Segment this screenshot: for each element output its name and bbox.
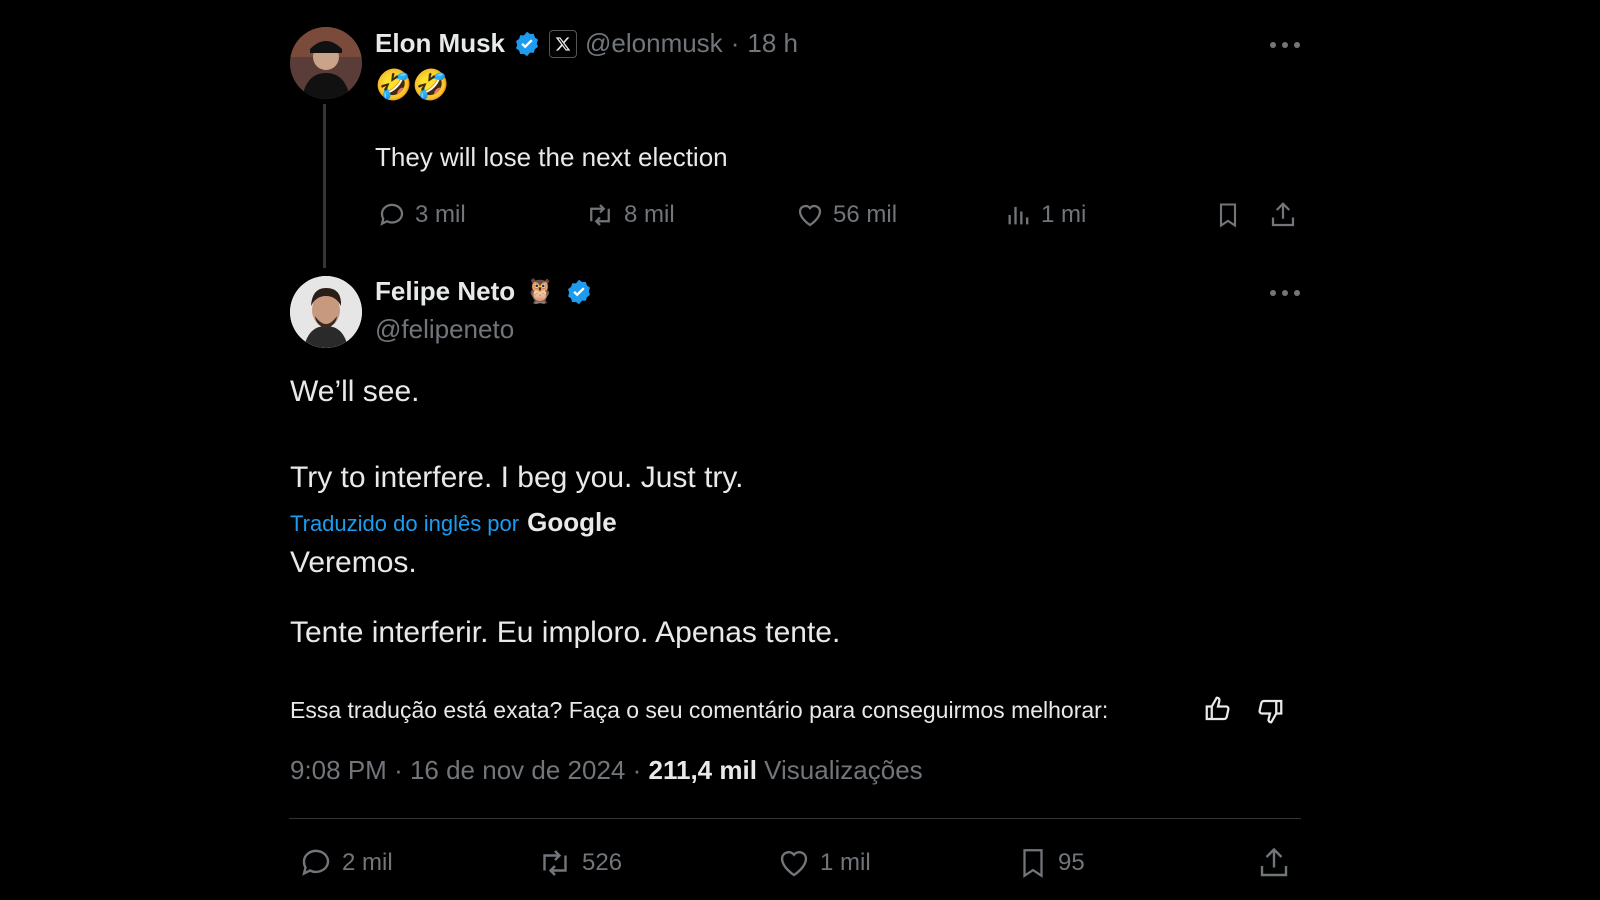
more-options-icon[interactable] — [1270, 288, 1300, 298]
views-count: 211,4 mil — [648, 755, 757, 785]
tweet-text: They will lose the next election — [375, 142, 728, 172]
avatar-elon-image — [290, 27, 362, 99]
heart-icon — [780, 851, 808, 877]
separator-dot: · — [394, 755, 410, 785]
bookmark-icon — [1023, 849, 1043, 878]
like-button[interactable]: 56 mil — [795, 200, 897, 230]
divider — [289, 818, 1301, 819]
views-count: 1 mi — [1041, 201, 1087, 228]
avatar-felipe[interactable] — [290, 276, 362, 348]
thumbs-down-button[interactable] — [1255, 696, 1285, 731]
tweet-date[interactable]: 16 de nov de 2024 — [410, 755, 625, 785]
tweet-metadata: 9:08 PM · 16 de nov de 2024 · 211,4 mil … — [290, 755, 923, 786]
share-button[interactable] — [1256, 845, 1292, 881]
thread-line — [323, 104, 326, 268]
avatar-felipe-image — [290, 276, 362, 348]
author-name[interactable]: Elon Musk — [375, 28, 505, 59]
like-count: 1 mil — [820, 849, 871, 876]
retweet-icon — [590, 204, 610, 226]
like-button[interactable]: 1 mil — [776, 845, 871, 881]
reply-button[interactable]: 3 mil — [377, 200, 466, 230]
time-ago[interactable]: 18 h — [747, 28, 798, 59]
translation-feedback-prompt: Essa tradução está exata? Faça o seu com… — [290, 697, 1109, 723]
bookmark-count: 95 — [1058, 849, 1085, 876]
views-button[interactable]: 1 mi — [1005, 200, 1086, 230]
tweet-text-line1: We’ll see. — [290, 375, 420, 408]
verified-badge-icon — [568, 279, 590, 304]
avatar-elon[interactable] — [290, 27, 362, 99]
reply-button[interactable]: 2 mil — [298, 845, 393, 881]
retweet-button[interactable]: 526 — [536, 845, 622, 881]
like-count: 56 mil — [833, 201, 898, 228]
separator-dot: · — [730, 28, 740, 58]
verified-badge-icon — [516, 31, 538, 56]
bookmark-icon — [1219, 203, 1237, 228]
views-label: Visualizações — [764, 755, 923, 785]
analytics-icon — [1008, 206, 1029, 225]
reply-icon — [302, 849, 330, 876]
x-affiliate-icon — [549, 29, 578, 58]
reply-icon — [380, 203, 404, 226]
owl-emoji-icon: 🦉 — [525, 278, 556, 305]
author-handle[interactable]: @elonmusk — [585, 28, 723, 59]
retweet-icon — [543, 850, 567, 876]
reply-header: Felipe Neto 🦉 — [375, 276, 593, 307]
parent-header: Elon Musk @elonmusk · 18 h — [375, 28, 798, 59]
share-icon — [1260, 847, 1288, 877]
translation-line2: Tente interferir. Eu imploro. Apenas ten… — [290, 616, 841, 649]
tweet-text-line2: Try to interfere. I beg you. Just try. — [290, 461, 744, 494]
tweet-time[interactable]: 9:08 PM — [290, 755, 387, 785]
thumbs-up-icon — [1205, 696, 1230, 721]
bookmark-button[interactable]: 95 — [1016, 845, 1085, 881]
google-logo: Google — [527, 507, 617, 537]
translation-attribution: Traduzido do inglês por Google — [290, 507, 617, 538]
translation-line1: Veremos. — [290, 546, 417, 579]
reply-count: 2 mil — [342, 849, 393, 876]
thumbs-up-button[interactable] — [1203, 694, 1233, 729]
translated-by-link[interactable]: Traduzido do inglês por — [290, 511, 519, 537]
thumbs-down-icon — [1258, 699, 1283, 724]
heart-icon — [798, 204, 822, 227]
separator-dot: · — [632, 755, 649, 785]
author-handle[interactable]: @felipeneto — [375, 314, 514, 345]
share-icon — [1271, 202, 1295, 227]
reply-count: 3 mil — [415, 201, 466, 228]
tweet-emoji: 🤣🤣 — [375, 69, 450, 102]
retweet-count: 8 mil — [624, 201, 675, 228]
more-options-icon[interactable] — [1270, 40, 1300, 50]
bookmark-button[interactable] — [1214, 200, 1242, 230]
share-button[interactable] — [1268, 200, 1298, 230]
author-name[interactable]: Felipe Neto — [375, 276, 515, 307]
retweet-count: 526 — [582, 849, 623, 876]
retweet-button[interactable]: 8 mil — [584, 200, 675, 230]
